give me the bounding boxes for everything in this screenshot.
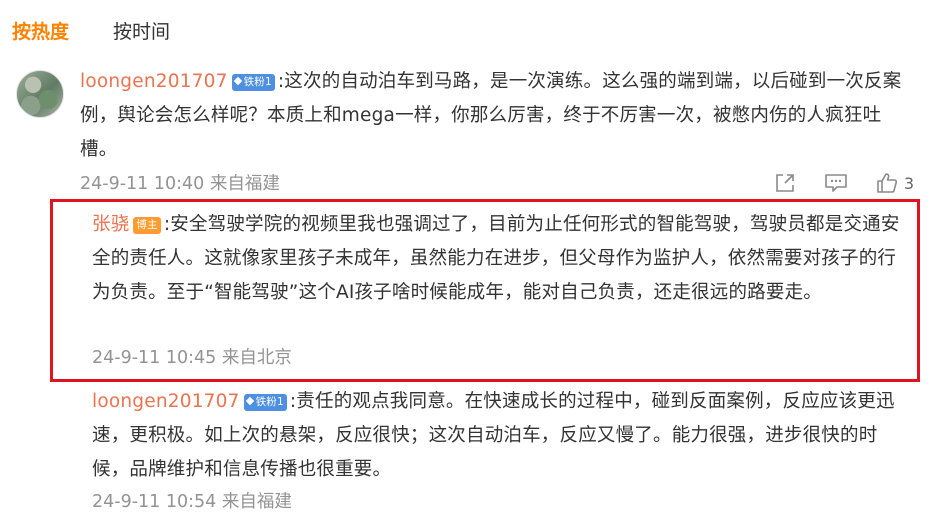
comment-location: 来自福建 xyxy=(209,174,280,194)
blogger-badge[interactable]: 博主 xyxy=(133,217,161,234)
reply-text: :安全驾驶学院的视频里我也强调过了，目前为止任何形式的智能驾驶，驾驶员都是交通安… xyxy=(92,214,900,303)
like-button[interactable]: 3 xyxy=(876,172,914,194)
reply-username[interactable]: 张骁 xyxy=(92,214,129,235)
reply-body: 张骁 博主:安全驾驶学院的视频里我也强调过了，目前为止任何形式的智能驾驶，驾驶员都… xyxy=(92,208,907,310)
fan-badge[interactable]: 铁粉1 xyxy=(243,394,287,411)
fan-badge-label: 铁粉1 xyxy=(255,396,284,408)
fan-badge-label: 铁粉1 xyxy=(243,76,272,88)
reply-time: 24-9-11 10:45 xyxy=(92,348,217,368)
sort-tabs: 按热度 按时间 xyxy=(12,18,170,46)
comment-body: loongen201707 铁粉1:这次的自动泊车到马路，是一次演练。这么强的端到… xyxy=(80,65,910,167)
reply-body: loongen201707 铁粉1:责任的观点我同意。在快速成长的过程中，碰到反面… xyxy=(92,385,907,487)
comment-meta: 24-9-11 10:40 来自福建 xyxy=(80,172,280,196)
reply-meta: 24-9-11 10:54 来自福建 xyxy=(92,490,292,514)
share-button[interactable] xyxy=(774,172,796,194)
reply-location: 来自福建 xyxy=(221,492,292,512)
avatar[interactable] xyxy=(16,70,64,118)
comment-time: 24-9-11 10:40 xyxy=(80,174,205,194)
reply-meta: 24-9-11 10:45 来自北京 xyxy=(92,346,292,370)
like-count: 3 xyxy=(903,173,914,193)
fan-badge[interactable]: 铁粉1 xyxy=(231,74,275,91)
comment-actions: 3 xyxy=(746,170,914,196)
like-icon xyxy=(876,172,898,194)
reply-button[interactable] xyxy=(824,172,848,194)
comment-icon xyxy=(824,172,848,194)
reply-location: 来自北京 xyxy=(221,348,292,368)
tab-sort-by-hot[interactable]: 按热度 xyxy=(12,18,69,46)
diamond-icon xyxy=(245,396,254,406)
reply-username[interactable]: loongen201707 xyxy=(92,391,240,412)
reply-time: 24-9-11 10:54 xyxy=(92,492,217,512)
comment-username[interactable]: loongen201707 xyxy=(80,71,228,92)
share-icon xyxy=(774,172,796,194)
tab-sort-by-time[interactable]: 按时间 xyxy=(113,18,170,46)
diamond-icon xyxy=(233,76,242,86)
